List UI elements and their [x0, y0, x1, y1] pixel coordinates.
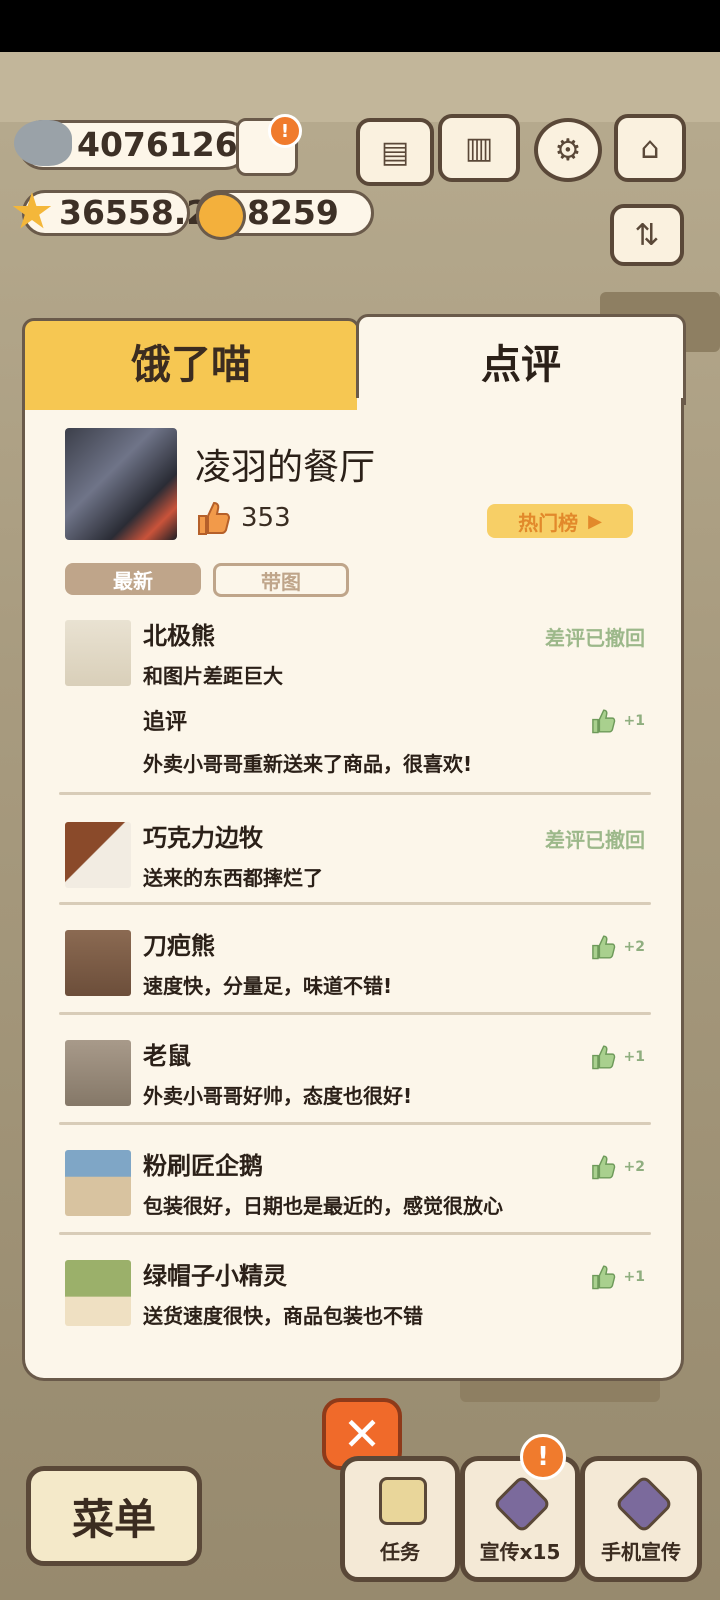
bell-icon: [196, 192, 246, 240]
review-text: 外卖小哥哥好帅，态度也很好!: [143, 1084, 413, 1108]
like-button[interactable]: +2: [590, 934, 645, 960]
tasks-label: 任务: [380, 1540, 420, 1564]
fish-icon: [14, 120, 72, 166]
thumbs-up-icon: [590, 1044, 616, 1070]
bell-count: 8259: [247, 193, 339, 232]
scar-bear-avatar: [65, 930, 131, 996]
review-status: 差评已撤回: [545, 626, 645, 650]
phone-promote-label: 手机宣传: [601, 1540, 681, 1564]
review-panel-body: 凌羽的餐厅 353 热门榜 ▶ 最新 带图 北极熊 差评已撤回 和图片差距巨大 …: [22, 398, 684, 1381]
checklist-icon: [379, 1477, 427, 1525]
thumbs-up-icon: [195, 500, 231, 536]
shop-icon[interactable]: ⌂: [614, 114, 686, 182]
review-item: 绿帽子小精灵 +1 送货速度很快，商品包装也不错: [65, 1260, 645, 1340]
review-panel: 饿了喵 点评 凌羽的餐厅 353 热门榜 ▶ 最新 带图 北极熊 差评已撤回 和…: [22, 314, 686, 1384]
review-text: 速度快，分量足，味道不错!: [143, 974, 393, 998]
filter-newest[interactable]: 最新: [65, 563, 201, 595]
divider: [59, 1122, 651, 1125]
green-hat-elf-avatar: [65, 1260, 131, 1326]
review-item: 老鼠 +1 外卖小哥哥好帅，态度也很好!: [65, 1040, 645, 1120]
divider: [59, 1012, 651, 1015]
likes-count: 353: [241, 503, 291, 533]
play-arrow-icon: ▶: [588, 510, 602, 532]
promote-label: 宣传x15: [479, 1540, 561, 1564]
reviewer-name: 绿帽子小精灵: [143, 1262, 287, 1290]
flyer-icon: [492, 1474, 552, 1534]
thumbs-up-icon: [590, 708, 616, 734]
review-item: 北极熊 差评已撤回 和图片差距巨大 追评 +1 外卖小哥哥重新送来了商品，很喜欢…: [65, 620, 645, 780]
review-status: 差评已撤回: [545, 828, 645, 852]
filter-with-image[interactable]: 带图: [213, 563, 349, 597]
reviewer-name: 巧克力边牧: [143, 824, 263, 852]
like-button[interactable]: +1: [590, 1044, 645, 1070]
like-count: +2: [623, 1159, 645, 1175]
star-count: 36558.2: [59, 193, 210, 232]
newspaper-icon[interactable]: ▤: [356, 118, 434, 186]
like-button[interactable]: +2: [590, 1154, 645, 1180]
review-text: 送来的东西都摔烂了: [143, 866, 323, 890]
close-icon: ✕: [342, 1407, 382, 1461]
mouse-avatar: [65, 1040, 131, 1106]
tasks-button[interactable]: 任务: [340, 1456, 460, 1582]
painter-penguin-avatar: [65, 1150, 131, 1216]
followup-label: 追评: [143, 710, 188, 735]
gear-icon[interactable]: ⚙: [534, 118, 602, 182]
review-item: 粉刷匠企鹅 +2 包装很好，日期也是最近的，感觉很放心: [65, 1150, 645, 1230]
review-item: 巧克力边牧 差评已撤回 送来的东西都摔烂了: [65, 822, 645, 902]
wall: [0, 52, 720, 122]
like-count: +1: [623, 713, 645, 729]
restaurant-avatar: [65, 428, 177, 540]
like-button[interactable]: +1: [590, 1264, 645, 1290]
phone-promote-button[interactable]: 手机宣传: [580, 1456, 702, 1582]
hot-list-label: 热门榜: [518, 510, 579, 535]
like-count: +2: [623, 939, 645, 955]
border-collie-avatar: [65, 822, 131, 888]
followup-like-button[interactable]: +1: [590, 708, 645, 734]
tab-ele-meow[interactable]: 饿了喵: [22, 318, 360, 401]
reviewer-name: 老鼠: [143, 1042, 191, 1070]
thumbs-up-icon: [590, 1264, 616, 1290]
divider: [59, 902, 651, 905]
cart-alert-badge: !: [268, 114, 302, 148]
restaurant-name: 凌羽的餐厅: [195, 447, 376, 488]
followup-text: 外卖小哥哥重新送来了商品，很喜欢!: [143, 752, 473, 776]
thumbs-up-icon: [590, 1154, 616, 1180]
divider: [59, 792, 651, 795]
tab-underline: [25, 398, 357, 410]
review-text: 和图片差距巨大: [143, 664, 283, 688]
promote-alert-badge: !: [520, 1434, 566, 1480]
fish-count: 4076126: [77, 125, 238, 164]
reviewer-name: 北极熊: [143, 622, 215, 650]
restaurant-likes: 353: [195, 500, 291, 536]
polar-bear-avatar: [65, 620, 131, 686]
thumbs-up-icon: [590, 934, 616, 960]
review-text: 包装很好，日期也是最近的，感觉很放心: [143, 1194, 503, 1218]
reviewer-name: 粉刷匠企鹅: [143, 1152, 263, 1180]
tab-reviews[interactable]: 点评: [356, 314, 686, 405]
divider: [59, 1232, 651, 1235]
like-count: +1: [623, 1269, 645, 1285]
star-counter: 36558.2: [22, 190, 209, 236]
review-text: 送货速度很快，商品包装也不错: [143, 1304, 423, 1328]
reviewer-name: 刀疤熊: [143, 932, 215, 960]
review-item: 刀疤熊 +2 速度快，分量足，味道不错!: [65, 930, 645, 1010]
recipe-book-icon[interactable]: ▥: [438, 114, 520, 182]
like-count: +1: [623, 1049, 645, 1065]
status-bar: [0, 0, 720, 52]
menu-button[interactable]: 菜单: [26, 1466, 202, 1566]
sort-toggle-icon[interactable]: ⇅: [610, 204, 684, 266]
promote-button[interactable]: 宣传x15: [460, 1456, 580, 1582]
hot-list-button[interactable]: 热门榜 ▶: [487, 504, 633, 538]
phone-flyer-icon: [614, 1474, 674, 1534]
